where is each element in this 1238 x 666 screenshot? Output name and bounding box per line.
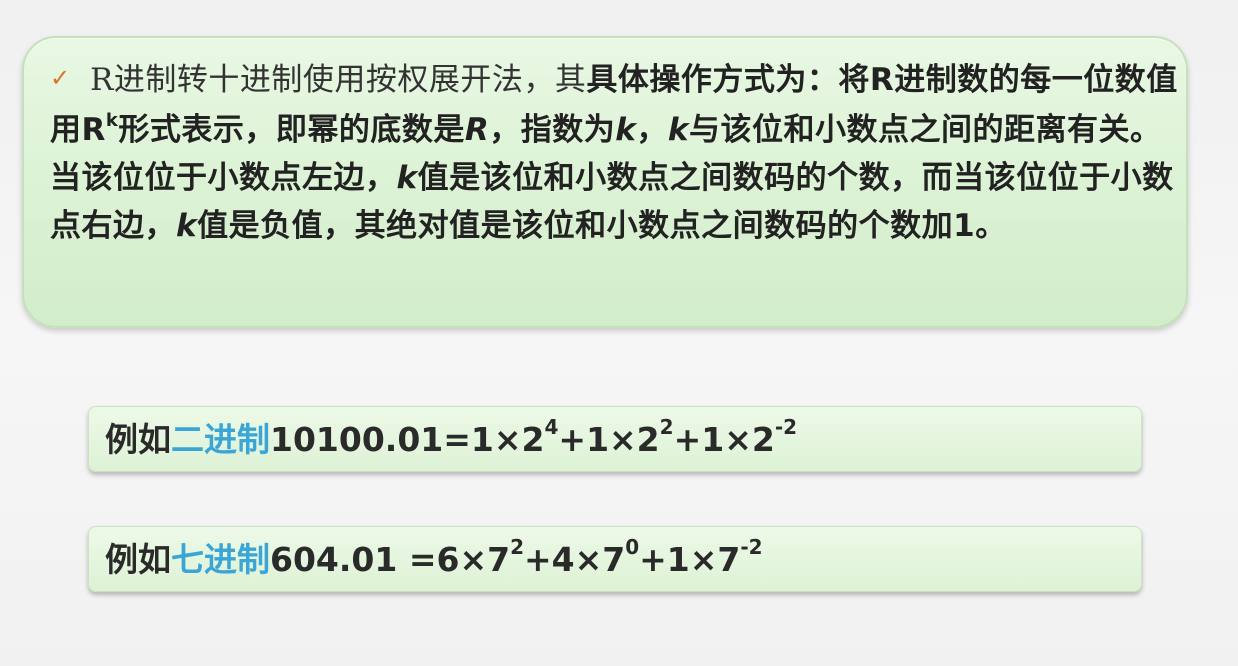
example-term: +4×7 (523, 540, 626, 579)
example-term: +1×2 (558, 420, 660, 459)
exponent: 2 (659, 415, 674, 439)
example-term: +1×7 (639, 540, 741, 579)
explanation-seg7: 值是负值，其绝对值是该位和小数点之间数码的个数加1。 (197, 208, 1007, 244)
example-binary-box: 例如二进制10100.01=1×24+1×22+1×2-2 (88, 406, 1142, 472)
exponent: -2 (740, 535, 763, 559)
explanation-seg4: ， (636, 112, 668, 148)
var-k: k (176, 208, 198, 244)
example-septenary-text: 例如七进制604.01 =6×72+4×70+1×7-2 (105, 537, 763, 580)
exponent: 0 (625, 535, 640, 559)
example-base-label: 二进制 (171, 420, 270, 459)
explanation-seg2: 形式表示，即幂的底数是 (118, 112, 465, 148)
example-base-label: 七进制 (171, 540, 270, 579)
var-R: R (464, 112, 490, 148)
check-icon: ✓ (50, 64, 71, 92)
example-prefix: 例如 (105, 420, 171, 459)
exponent: 2 (510, 535, 524, 559)
explanation-paragraph: ✓ R进制转十进制使用按权展开法，其具体操作方式为：将R进制数的每一位数值用Rk形… (50, 56, 1180, 250)
superscript-k: k (105, 109, 119, 131)
example-septenary-box: 例如七进制604.01 =6×72+4×70+1×7-2 (88, 526, 1142, 592)
exponent: -2 (774, 415, 798, 439)
example-binary-text: 例如二进制10100.01=1×24+1×22+1×2-2 (105, 417, 797, 460)
var-k: k (615, 112, 637, 148)
explanation-lead: R进制转十进制使用按权展开法，其 (90, 62, 587, 98)
example-term: +1×2 (673, 420, 775, 459)
example-value: 10100.01=1×2 (270, 420, 545, 459)
example-prefix: 例如 (105, 540, 171, 579)
var-k: k (667, 112, 689, 148)
example-value: 604.01 =6×7 (270, 540, 511, 579)
exponent: 4 (544, 415, 559, 439)
var-k: k (396, 160, 418, 196)
explanation-seg3: ，指数为 (489, 112, 616, 148)
